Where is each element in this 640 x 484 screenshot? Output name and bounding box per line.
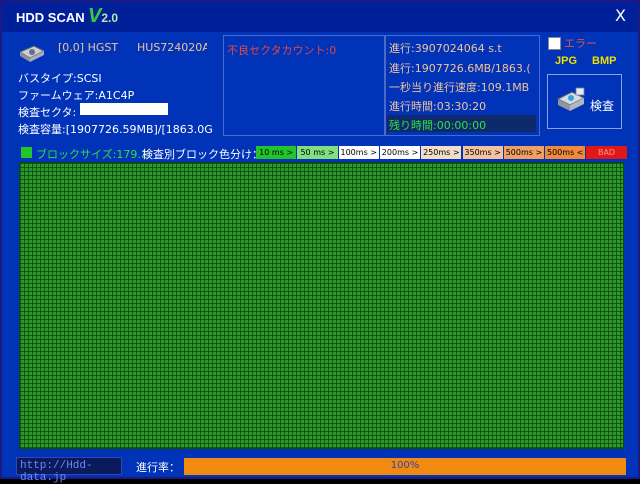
legend-item: 100ms > [338,146,379,159]
sector-field[interactable] [80,103,168,115]
drive-model: HUS724020A [137,41,207,54]
scan-button[interactable]: 検査 [547,74,622,129]
drive-id: [0,0] HGST [58,41,119,54]
progress-panel: 進行:3907024064 s.t 進行:1907726.6MB/1863.( … [385,35,540,136]
close-button[interactable]: X [615,6,626,25]
title-bar[interactable]: HDD SCAN V2.0 X [2,2,638,32]
legend-item: 50 ms > [297,146,338,159]
error-checkbox[interactable] [548,37,561,50]
jpg-button[interactable]: JPG [555,55,577,67]
progress-size: 進行:1907726.6MB/1863.( [389,62,531,75]
progress-label: 進行率： [136,461,180,474]
scan-drive-icon [556,87,586,111]
bmp-button[interactable]: BMP [592,55,616,67]
block-grid [19,162,624,449]
progress-bar: 100% [184,458,626,475]
legend-title: 検査別ブロック色分け： [142,148,263,161]
block-size: ブロックサイズ:179.1 [36,148,148,161]
scan-button-label: 検査 [590,99,615,113]
elapsed-time: 進行時間:03:30:20 [389,100,487,113]
capacity: 検査容量:[1907726.59MB]/[1863.0G [18,123,213,136]
sector-label: 検査セクタ: [18,106,77,119]
progress-speed: 一秒当り進行速度:109.1MB [389,81,530,94]
bad-sector-panel: 不良セクタカウント:0 [223,35,385,136]
website-link[interactable]: http://Hdd-data.jp [16,457,122,484]
app-window: HDD SCAN V2.0 X [0,0] HGST HUS724020A バス… [0,0,640,484]
hard-drive-icon [18,45,46,62]
version-letter: V [88,5,102,27]
legend-item: 250ms > [421,146,462,159]
progress-sectors: 進行:3907024064 s.t [389,42,502,55]
legend-item: BAD [586,146,627,159]
bus-type: バスタイプ:SCSI [18,72,102,85]
bad-sector-count: 不良セクタカウント:0 [227,44,337,57]
progress-percent: 100% [390,460,420,471]
legend-item: 200ms > [379,146,421,159]
app-version: V2.0 [88,5,118,28]
legend-item: 500ms > [503,146,545,159]
legend-item: 10 ms > [256,146,297,159]
block-size-swatch [21,147,32,158]
app-title: HDD SCAN [16,10,85,25]
website-url: http://Hdd-data.jp [20,460,93,484]
error-label: エラー [564,37,597,50]
remaining-time: 残り時間:00:00:00 [389,119,487,132]
firmware: ファームウェア:A1C4P [18,89,135,102]
legend-item: 500ms < [545,146,586,159]
version-number: 2.0 [101,11,119,25]
legend-item: 350ms > [462,146,503,159]
